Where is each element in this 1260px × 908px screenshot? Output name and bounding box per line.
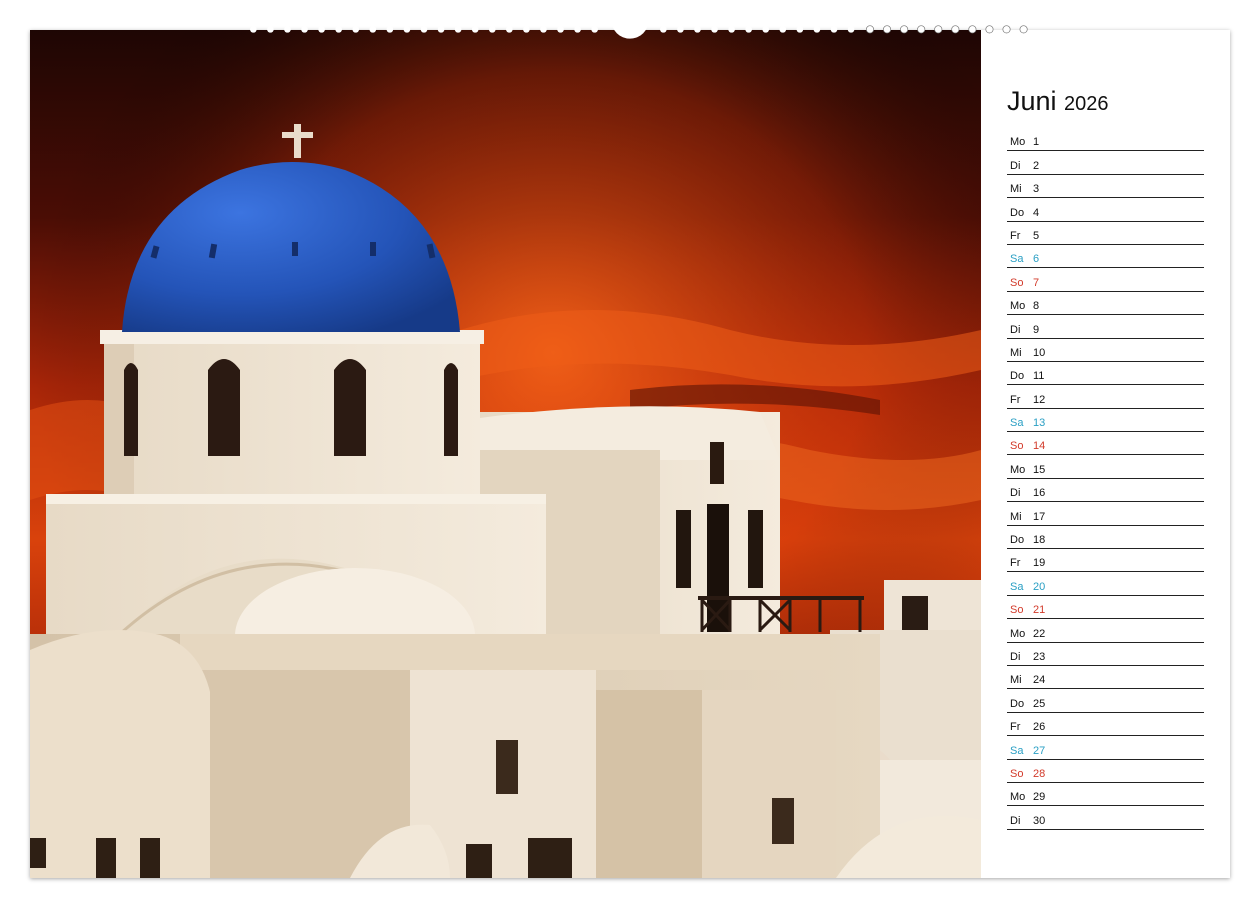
day-row: So 21 (1007, 596, 1204, 620)
weekday-label: Mi (1010, 674, 1022, 687)
day-number: 26 (1033, 721, 1046, 734)
day-number: 1 (1033, 136, 1040, 149)
day-number: 30 (1033, 814, 1046, 827)
day-row: Sa 13 (1007, 409, 1204, 433)
day-row: Sa 27 (1007, 736, 1204, 760)
month-title: Juni 2026 (1007, 86, 1109, 117)
weekday-label: Mi (1010, 183, 1022, 196)
weekday-label: Do (1010, 206, 1025, 219)
weekday-label: Fr (1010, 557, 1021, 570)
day-row: Mi 24 (1007, 666, 1204, 690)
day-number: 7 (1033, 276, 1040, 289)
day-row: Mo 22 (1007, 619, 1204, 643)
weekday-label: Mo (1010, 791, 1026, 804)
church-photo (30, 30, 981, 878)
day-row: Di 23 (1007, 643, 1204, 666)
day-number: 6 (1033, 253, 1040, 266)
weekday-label: Di (1010, 650, 1021, 663)
weekday-label: Mi (1010, 346, 1022, 359)
day-row: Do 11 (1007, 362, 1204, 386)
weekday-label: Fr (1010, 393, 1021, 406)
day-row: Mo 29 (1007, 783, 1204, 807)
day-row: Mo 15 (1007, 455, 1204, 479)
day-row: Sa 6 (1007, 245, 1204, 269)
day-row: So 14 (1007, 432, 1204, 456)
day-row: Sa 20 (1007, 572, 1204, 596)
calendar-page: Juni 2026 Mo 1 Di 2 Mi 3 Do 4 Fr 5 Sa 6 So 7 Mo 8 Di 9 Mi 1… (30, 30, 1230, 878)
weekday-label: So (1010, 440, 1024, 453)
weekday-label: Sa (1010, 253, 1024, 266)
day-row: Mi 10 (1007, 339, 1204, 362)
day-row: Fr 19 (1007, 549, 1204, 573)
weekday-label: Mi (1010, 510, 1022, 523)
day-number: 3 (1033, 183, 1040, 196)
day-number: 8 (1033, 300, 1040, 313)
day-row: Fr 26 (1007, 713, 1204, 737)
weekday-label: So (1010, 604, 1024, 617)
day-number: 29 (1033, 791, 1046, 804)
day-row: Di 9 (1007, 315, 1204, 339)
month-year: 2026 (1064, 93, 1109, 115)
day-row: Di 2 (1007, 151, 1204, 175)
day-number: 9 (1033, 323, 1040, 336)
church-dome-icon (30, 30, 981, 878)
day-number: 27 (1033, 744, 1046, 757)
weekday-label: So (1010, 276, 1024, 289)
weekday-label: Mo (1010, 463, 1026, 476)
day-row: Di 30 (1007, 806, 1204, 830)
weekday-label: Di (1010, 323, 1021, 336)
day-number: 24 (1033, 674, 1046, 687)
weekday-label: Mo (1010, 627, 1026, 640)
day-number: 17 (1033, 510, 1046, 523)
day-row: So 7 (1007, 268, 1204, 292)
weekday-label: So (1010, 767, 1024, 780)
weekday-label: Di (1010, 159, 1021, 172)
day-number: 28 (1033, 767, 1046, 780)
day-number: 25 (1033, 697, 1046, 710)
calendar-panel: Juni 2026 Mo 1 Di 2 Mi 3 Do 4 Fr 5 Sa 6 So 7 Mo 8 Di 9 Mi 1… (981, 30, 1230, 878)
weekday-label: Mo (1010, 300, 1026, 313)
weekday-label: Mo (1010, 136, 1026, 149)
day-number: 16 (1033, 487, 1046, 500)
day-row: Do 18 (1007, 526, 1204, 550)
day-row: Fr 12 (1007, 385, 1204, 409)
day-row: Mi 3 (1007, 175, 1204, 199)
day-number: 18 (1033, 534, 1046, 547)
day-row: Mo 1 (1007, 128, 1204, 152)
day-number: 23 (1033, 650, 1046, 663)
day-row: Do 4 (1007, 198, 1204, 222)
day-row: Fr 5 (1007, 222, 1204, 245)
day-number: 14 (1033, 440, 1046, 453)
weekday-label: Fr (1010, 721, 1021, 734)
day-number: 21 (1033, 604, 1046, 617)
day-number: 13 (1033, 417, 1046, 430)
day-number: 10 (1033, 346, 1046, 359)
day-number: 11 (1033, 370, 1045, 383)
weekday-label: Di (1010, 814, 1021, 827)
weekday-label: Do (1010, 697, 1025, 710)
day-row: Do 25 (1007, 689, 1204, 713)
month-name: Juni (1007, 86, 1057, 116)
day-number: 15 (1033, 463, 1046, 476)
day-row: So 28 (1007, 760, 1204, 783)
weekday-label: Di (1010, 487, 1021, 500)
day-number: 20 (1033, 580, 1046, 593)
day-row: Mi 17 (1007, 502, 1204, 526)
day-row: Mo 8 (1007, 292, 1204, 316)
weekday-label: Sa (1010, 744, 1024, 757)
day-number: 4 (1033, 206, 1040, 219)
weekday-label: Do (1010, 534, 1025, 547)
day-number: 19 (1033, 557, 1046, 570)
day-number: 12 (1033, 393, 1046, 406)
day-number: 5 (1033, 229, 1040, 242)
day-list: Mo 1 Di 2 Mi 3 Do 4 Fr 5 Sa 6 So 7 Mo 8 Di 9 Mi 10 Do 11 Fr 12 S… (1007, 128, 1204, 830)
day-row: Di 16 (1007, 479, 1204, 503)
day-number: 2 (1033, 159, 1040, 172)
weekday-label: Sa (1010, 580, 1024, 593)
weekday-label: Do (1010, 370, 1025, 383)
day-number: 22 (1033, 627, 1046, 640)
weekday-label: Fr (1010, 229, 1021, 242)
weekday-label: Sa (1010, 417, 1024, 430)
